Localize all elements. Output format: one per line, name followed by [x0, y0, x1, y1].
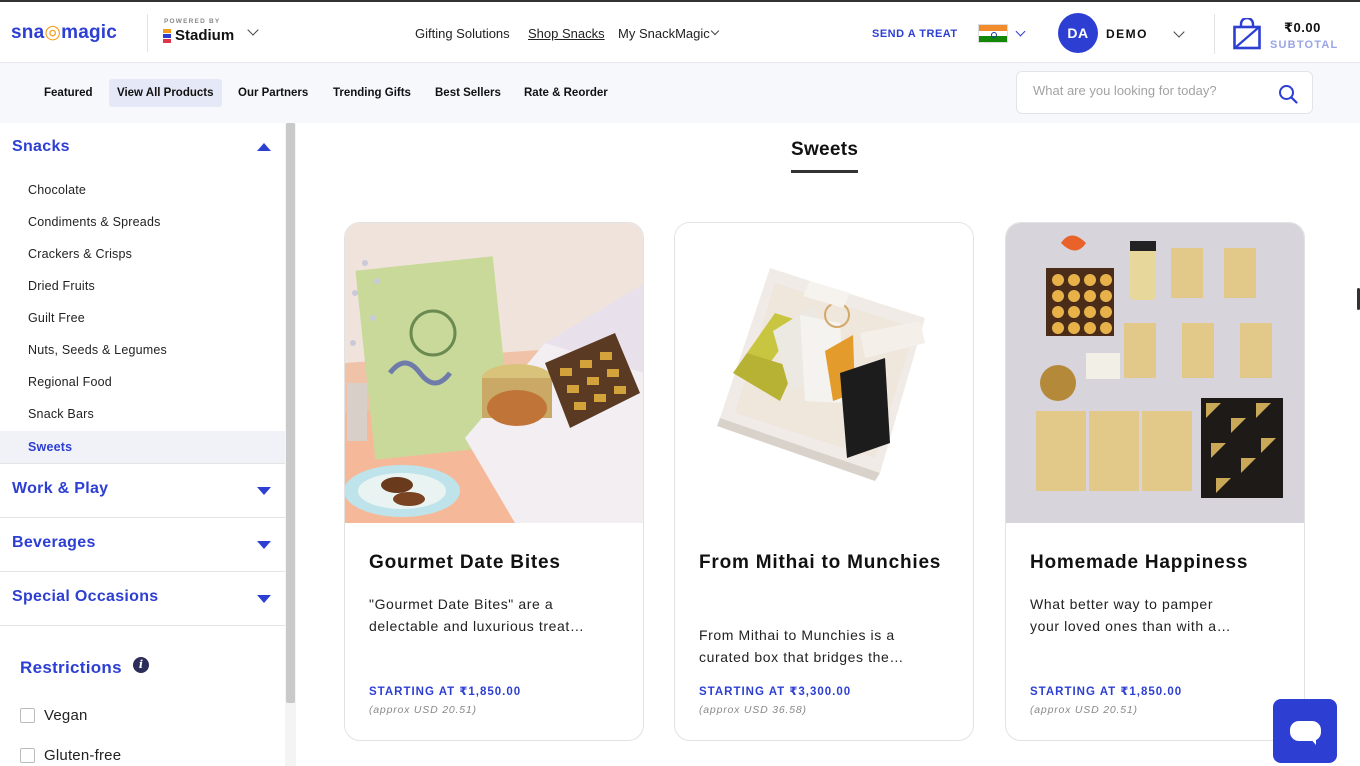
product-image[interactable]	[345, 223, 643, 523]
product-card-homemade-happiness[interactable]: Homemade Happiness What better way to pa…	[1005, 222, 1305, 741]
sidebar-item-snack-bars[interactable]: Snack Bars	[0, 398, 285, 430]
sidebar-item-nuts[interactable]: Nuts, Seeds & Legumes	[0, 334, 285, 366]
nav-my-snackmagic[interactable]: My SnackMagic	[618, 26, 710, 41]
category-nav-bar: Featured View All Products Our Partners …	[0, 63, 1360, 123]
product-description-line1: What better way to pamper	[1030, 596, 1214, 612]
caret-down-icon[interactable]	[257, 487, 271, 495]
product-price: STARTING AT ₹3,300.00	[699, 686, 852, 698]
category-work-play[interactable]: Work & Play	[0, 464, 285, 518]
subnav-best-sellers[interactable]: Best Sellers	[427, 79, 509, 107]
chevron-down-icon[interactable]	[1015, 26, 1026, 37]
subnav-rate-reorder[interactable]: Rate & Reorder	[516, 79, 616, 107]
product-card-mithai-to-munchies[interactable]: From Mithai to Munchies From Mithai to M…	[674, 222, 974, 741]
sidebar-item-chocolate[interactable]: Chocolate	[0, 174, 285, 206]
user-name[interactable]: DEMO	[1106, 27, 1148, 41]
category-snacks[interactable]: Snacks	[0, 123, 285, 177]
product-description-line1: From Mithai to Munchies is a	[699, 627, 895, 643]
product-description-line2: your loved ones than with a…	[1030, 618, 1232, 634]
avatar[interactable]: DA	[1058, 13, 1098, 53]
nav-gifting-solutions[interactable]: Gifting Solutions	[415, 26, 510, 41]
flag-india-icon[interactable]	[978, 24, 1008, 43]
product-description-line2: delectable and luxurious treat…	[369, 618, 585, 634]
category-label: Work & Play	[12, 480, 109, 497]
subnav-featured[interactable]: Featured	[36, 79, 101, 107]
caret-down-icon[interactable]	[257, 595, 271, 603]
restrictions-heading: Restrictions	[20, 658, 122, 677]
sidebar-scrollbar[interactable]	[285, 123, 296, 766]
product-card-gourmet-date-bites[interactable]: Gourmet Date Bites "Gourmet Date Bites" …	[344, 222, 644, 741]
cart-total[interactable]: ₹0.00	[1284, 20, 1321, 36]
subnav-trending-gifts[interactable]: Trending Gifts	[325, 79, 419, 107]
shopping-bag-icon[interactable]	[1233, 16, 1261, 55]
page-title: Sweets	[791, 139, 859, 160]
chevron-down-icon[interactable]	[710, 26, 720, 36]
title-underline	[791, 170, 858, 173]
subnav-our-partners[interactable]: Our Partners	[230, 79, 316, 107]
category-label: Snacks	[12, 138, 70, 155]
top-header: sna◎magic POWERED BY Stadium Gifting Sol…	[0, 0, 1360, 63]
product-name[interactable]: Homemade Happiness	[1030, 547, 1290, 579]
chat-icon	[1290, 721, 1321, 741]
vegan-label[interactable]: Vegan	[44, 707, 88, 724]
product-price: STARTING AT ₹1,850.00	[369, 686, 522, 698]
sidebar-item-condiments[interactable]: Condiments & Spreads	[0, 206, 285, 238]
product-image[interactable]	[675, 223, 973, 523]
product-price-usd: (approx USD 20.51)	[1030, 704, 1138, 716]
product-description-line2: curated box that bridges the…	[699, 649, 904, 665]
product-name[interactable]: From Mithai to Munchies	[699, 547, 959, 579]
product-price-usd: (approx USD 20.51)	[369, 704, 477, 716]
sidebar-item-guilt-free[interactable]: Guilt Free	[0, 302, 285, 334]
subnav-view-all-products[interactable]: View All Products	[109, 79, 222, 107]
stadium-mark-icon	[163, 28, 171, 43]
divider	[0, 625, 285, 626]
subtotal-label: SUBTOTAL	[1270, 39, 1339, 51]
product-name[interactable]: Gourmet Date Bites	[369, 547, 629, 579]
chat-icon-tail	[1309, 737, 1316, 745]
divider	[1214, 14, 1215, 54]
powered-by-label: POWERED BY	[164, 18, 221, 25]
chevron-down-icon[interactable]	[1173, 26, 1185, 38]
search-input[interactable]	[1033, 83, 1273, 98]
product-price: STARTING AT ₹1,850.00	[1030, 686, 1183, 698]
sidebar-item-sweets[interactable]: Sweets	[0, 431, 285, 463]
search-icon[interactable]	[1278, 84, 1298, 109]
caret-down-icon[interactable]	[257, 541, 271, 549]
send-a-treat-link[interactable]: SEND A TREAT	[872, 28, 958, 40]
chat-button[interactable]	[1273, 699, 1337, 763]
vegan-checkbox[interactable]	[20, 708, 35, 723]
product-image[interactable]	[1006, 223, 1304, 523]
chevron-down-icon[interactable]	[247, 24, 259, 36]
product-price-usd: (approx USD 36.58)	[699, 704, 807, 716]
scrollbar-thumb[interactable]	[286, 123, 295, 703]
info-icon[interactable]: i	[133, 657, 149, 673]
category-beverages[interactable]: Beverages	[0, 518, 285, 572]
sidebar-item-crackers[interactable]: Crackers & Crisps	[0, 238, 285, 270]
category-label: Special Occasions	[12, 588, 159, 605]
category-special-occasions[interactable]: Special Occasions	[0, 572, 285, 626]
snackmagic-logo[interactable]: sna◎magic	[11, 21, 117, 44]
caret-up-icon[interactable]	[257, 143, 271, 151]
search-box	[1016, 71, 1313, 114]
divider	[147, 14, 148, 52]
product-description-line1: "Gourmet Date Bites" are a	[369, 596, 554, 612]
nav-shop-snacks[interactable]: Shop Snacks	[528, 26, 605, 41]
gluten-free-label[interactable]: Gluten-free	[44, 747, 121, 764]
filter-sidebar: Snacks Chocolate Condiments & Spreads Cr…	[0, 123, 285, 766]
category-label: Beverages	[12, 534, 96, 551]
stadium-logo[interactable]: Stadium	[163, 27, 234, 44]
sidebar-item-dried-fruits[interactable]: Dried Fruits	[0, 270, 285, 302]
gluten-free-checkbox[interactable]	[20, 748, 35, 763]
sidebar-item-regional-food[interactable]: Regional Food	[0, 366, 285, 398]
